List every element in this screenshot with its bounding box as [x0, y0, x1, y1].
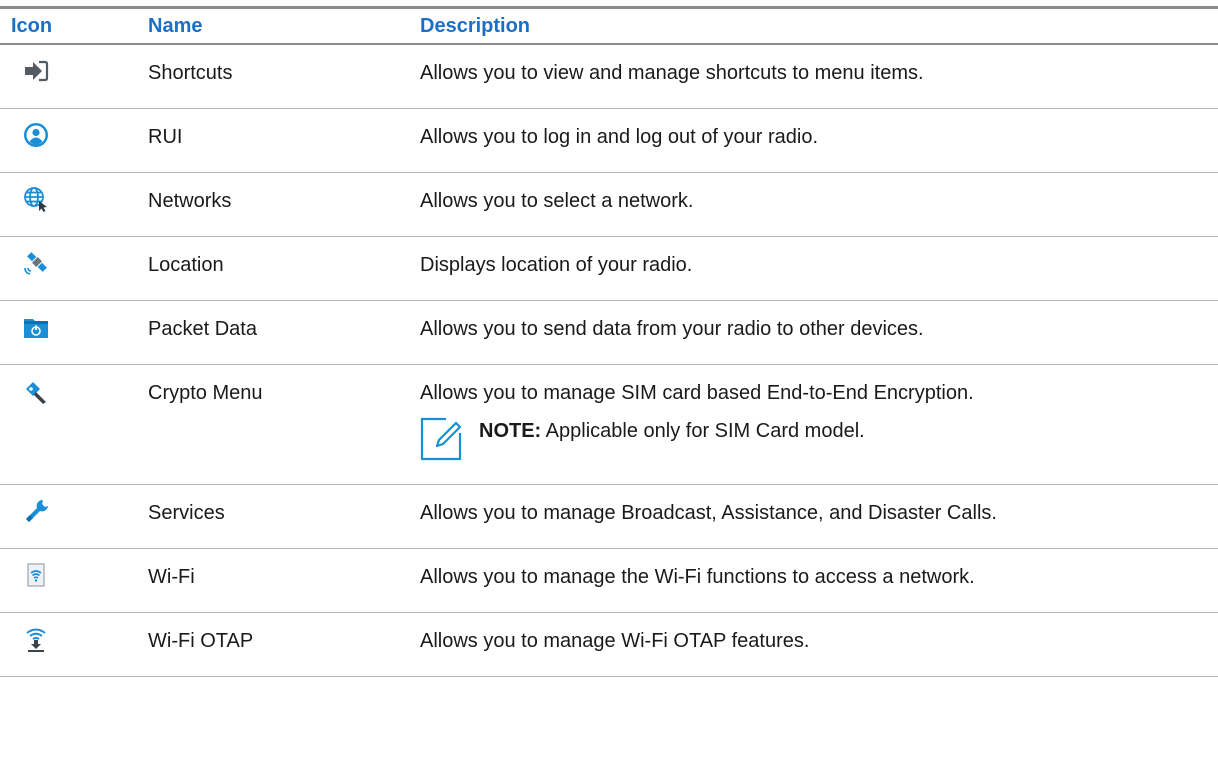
row-description: Allows you to manage the Wi-Fi functions…: [420, 566, 975, 588]
row-name: RUI: [148, 126, 183, 148]
header-icon: Icon: [11, 15, 53, 37]
icon-cell: [0, 613, 148, 676]
row-description: Allows you to send data from your radio …: [420, 318, 924, 340]
row-name: Packet Data: [148, 318, 257, 340]
table-row: Networks Allows you to select a network.: [0, 173, 1218, 237]
shortcut-arrow-icon: [25, 60, 49, 82]
note-pencil-icon: [420, 417, 462, 461]
row-name: Crypto Menu: [148, 382, 263, 404]
table-row: Shortcuts Allows you to view and manage …: [0, 45, 1218, 109]
row-description-block: Allows you to manage SIM card based End-…: [420, 365, 1218, 484]
note-callout: NOTE: Applicable only for SIM Card model…: [420, 417, 1218, 461]
user-circle-icon: [24, 123, 48, 147]
note-text: NOTE: Applicable only for SIM Card model…: [479, 417, 865, 443]
row-name: Services: [148, 502, 225, 524]
row-name: Location: [148, 254, 224, 276]
wifi-document-icon: [27, 563, 45, 587]
satellite-icon: [24, 252, 47, 275]
row-name: Networks: [148, 190, 232, 212]
crypto-key-icon: [26, 382, 46, 404]
header-name: Name: [148, 15, 203, 37]
note-body: Applicable only for SIM Card model.: [541, 420, 865, 442]
icon-cell: [0, 45, 148, 108]
table-header: Icon Name Description: [0, 6, 1218, 45]
note-label: NOTE:: [479, 420, 542, 442]
header-description: Description: [420, 15, 531, 37]
packet-data-folder-icon: [24, 319, 48, 338]
row-description: Allows you to manage SIM card based End-…: [420, 382, 974, 404]
table-row: Wi-Fi Allows you to manage the Wi-Fi fun…: [0, 549, 1218, 613]
table-row: Packet Data Allows you to send data from…: [0, 301, 1218, 365]
table-row: Services Allows you to manage Broadcast,…: [0, 485, 1218, 549]
row-description: Allows you to log in and log out of your…: [420, 126, 819, 148]
icon-cell: [0, 365, 148, 484]
row-description: Allows you to manage Wi-Fi OTAP features…: [420, 630, 810, 652]
row-name: Wi-Fi: [148, 566, 195, 588]
icon-cell: [0, 109, 148, 172]
row-name: Wi-Fi OTAP: [148, 630, 254, 652]
wrench-icon: [26, 500, 48, 522]
row-name: Shortcuts: [148, 62, 233, 84]
row-description: Allows you to select a network.: [420, 190, 694, 212]
row-description: Allows you to view and manage shortcuts …: [420, 62, 924, 84]
icon-cell: [0, 549, 148, 612]
table-row: Wi-Fi OTAP Allows you to manage Wi-Fi OT…: [0, 613, 1218, 677]
row-description: Allows you to manage Broadcast, Assistan…: [420, 502, 997, 524]
table-row: RUI Allows you to log in and log out of …: [0, 109, 1218, 173]
row-description: Displays location of your radio.: [420, 254, 693, 276]
icon-cell: [0, 485, 148, 548]
table-row: Location Displays location of your radio…: [0, 237, 1218, 301]
wifi-download-icon: [26, 628, 46, 652]
icon-cell: [0, 173, 148, 236]
icon-cell: [0, 237, 148, 300]
menu-icons-table: Icon Name Description Shortcuts Allows y…: [0, 6, 1218, 677]
network-globe-icon: [24, 187, 47, 212]
table-row: Crypto Menu Allows you to manage SIM car…: [0, 365, 1218, 485]
icon-cell: [0, 301, 148, 364]
